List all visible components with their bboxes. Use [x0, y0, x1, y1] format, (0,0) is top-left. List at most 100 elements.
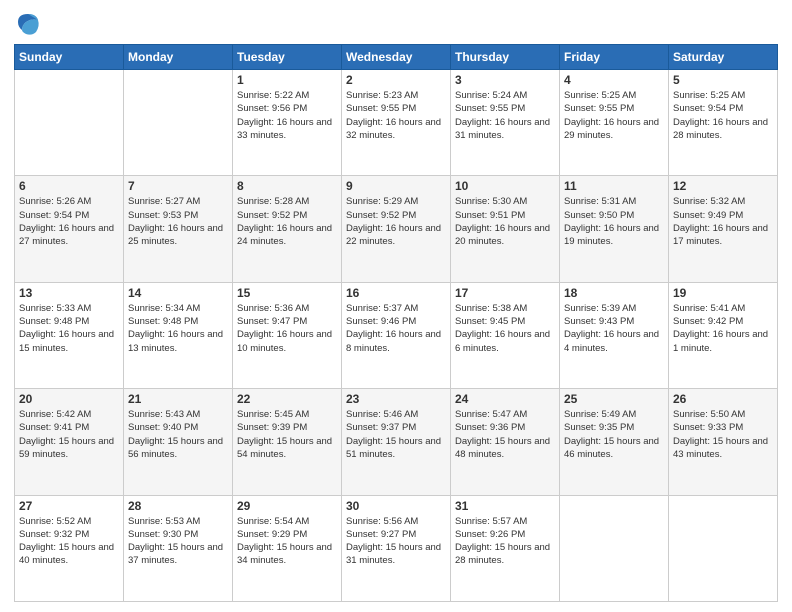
calendar-cell: 29 Sunrise: 5:54 AM Sunset: 9:29 PM Dayli… [233, 495, 342, 601]
day-info: Sunrise: 5:52 AM Sunset: 9:32 PM Dayligh… [19, 515, 119, 568]
calendar-cell: 12 Sunrise: 5:32 AM Sunset: 9:49 PM Dayli… [669, 176, 778, 282]
logo [14, 10, 46, 38]
weekday-header-monday: Monday [124, 45, 233, 70]
calendar-cell: 1Sunrise: 5:22 AM Sunset: 9:56 PM Daylig… [233, 70, 342, 176]
calendar-table: SundayMondayTuesdayWednesdayThursdayFrid… [14, 44, 778, 602]
calendar-cell: 26 Sunrise: 5:50 AM Sunset: 9:33 PM Dayli… [669, 389, 778, 495]
day-info: Sunrise: 5:25 AM Sunset: 9:55 PM Dayligh… [564, 89, 664, 142]
day-number: 17 [455, 286, 555, 300]
day-info: Sunrise: 5:28 AM Sunset: 9:52 PM Dayligh… [237, 195, 337, 248]
day-info: Sunrise: 5:57 AM Sunset: 9:26 PM Dayligh… [455, 515, 555, 568]
day-info: Sunrise: 5:47 AM Sunset: 9:36 PM Dayligh… [455, 408, 555, 461]
day-info: Sunrise: 5:26 AM Sunset: 9:54 PM Dayligh… [19, 195, 119, 248]
day-number: 31 [455, 499, 555, 513]
day-number: 22 [237, 392, 337, 406]
day-number: 21 [128, 392, 228, 406]
day-info: Sunrise: 5:50 AM Sunset: 9:33 PM Dayligh… [673, 408, 773, 461]
day-number: 25 [564, 392, 664, 406]
day-info: Sunrise: 5:23 AM Sunset: 9:55 PM Dayligh… [346, 89, 446, 142]
day-info: Sunrise: 5:31 AM Sunset: 9:50 PM Dayligh… [564, 195, 664, 248]
calendar-cell: 4 Sunrise: 5:25 AM Sunset: 9:55 PM Daylig… [560, 70, 669, 176]
day-number: 1 [237, 73, 337, 87]
day-number: 29 [237, 499, 337, 513]
day-number: 5 [673, 73, 773, 87]
weekday-header-friday: Friday [560, 45, 669, 70]
day-number: 28 [128, 499, 228, 513]
day-info: Sunrise: 5:38 AM Sunset: 9:45 PM Dayligh… [455, 302, 555, 355]
day-number: 12 [673, 179, 773, 193]
day-info: Sunrise: 5:39 AM Sunset: 9:43 PM Dayligh… [564, 302, 664, 355]
calendar-cell: 15 Sunrise: 5:36 AM Sunset: 9:47 PM Dayli… [233, 282, 342, 388]
day-number: 30 [346, 499, 446, 513]
day-info: Sunrise: 5:25 AM Sunset: 9:54 PM Dayligh… [673, 89, 773, 142]
day-number: 10 [455, 179, 555, 193]
calendar-cell [124, 70, 233, 176]
day-info: Sunrise: 5:54 AM Sunset: 9:29 PM Dayligh… [237, 515, 337, 568]
day-number: 9 [346, 179, 446, 193]
day-info: Sunrise: 5:33 AM Sunset: 9:48 PM Dayligh… [19, 302, 119, 355]
day-info: Sunrise: 5:53 AM Sunset: 9:30 PM Dayligh… [128, 515, 228, 568]
week-row-3: 13 Sunrise: 5:33 AM Sunset: 9:48 PM Dayli… [15, 282, 778, 388]
calendar-cell: 10 Sunrise: 5:30 AM Sunset: 9:51 PM Dayli… [451, 176, 560, 282]
day-info: Sunrise: 5:29 AM Sunset: 9:52 PM Dayligh… [346, 195, 446, 248]
weekday-header-row: SundayMondayTuesdayWednesdayThursdayFrid… [15, 45, 778, 70]
calendar-cell: 24 Sunrise: 5:47 AM Sunset: 9:36 PM Dayli… [451, 389, 560, 495]
day-number: 8 [237, 179, 337, 193]
day-number: 18 [564, 286, 664, 300]
calendar-cell: 19 Sunrise: 5:41 AM Sunset: 9:42 PM Dayli… [669, 282, 778, 388]
logo-icon [14, 10, 42, 38]
calendar-cell: 23 Sunrise: 5:46 AM Sunset: 9:37 PM Dayli… [342, 389, 451, 495]
week-row-2: 6 Sunrise: 5:26 AM Sunset: 9:54 PM Daylig… [15, 176, 778, 282]
day-info: Sunrise: 5:34 AM Sunset: 9:48 PM Dayligh… [128, 302, 228, 355]
calendar-cell: 8 Sunrise: 5:28 AM Sunset: 9:52 PM Daylig… [233, 176, 342, 282]
day-number: 3 [455, 73, 555, 87]
calendar-cell: 16 Sunrise: 5:37 AM Sunset: 9:46 PM Dayli… [342, 282, 451, 388]
day-number: 15 [237, 286, 337, 300]
calendar-cell: 13 Sunrise: 5:33 AM Sunset: 9:48 PM Dayli… [15, 282, 124, 388]
day-number: 16 [346, 286, 446, 300]
day-number: 4 [564, 73, 664, 87]
day-info: Sunrise: 5:37 AM Sunset: 9:46 PM Dayligh… [346, 302, 446, 355]
day-number: 2 [346, 73, 446, 87]
day-info: Sunrise: 5:46 AM Sunset: 9:37 PM Dayligh… [346, 408, 446, 461]
calendar-cell: 21Sunrise: 5:43 AM Sunset: 9:40 PM Dayli… [124, 389, 233, 495]
day-number: 13 [19, 286, 119, 300]
day-info: Sunrise: 5:49 AM Sunset: 9:35 PM Dayligh… [564, 408, 664, 461]
week-row-4: 20 Sunrise: 5:42 AM Sunset: 9:41 PM Dayli… [15, 389, 778, 495]
day-info: Sunrise: 5:27 AM Sunset: 9:53 PM Dayligh… [128, 195, 228, 248]
day-info: Sunrise: 5:41 AM Sunset: 9:42 PM Dayligh… [673, 302, 773, 355]
day-number: 23 [346, 392, 446, 406]
calendar-cell: 2 Sunrise: 5:23 AM Sunset: 9:55 PM Daylig… [342, 70, 451, 176]
day-info: Sunrise: 5:45 AM Sunset: 9:39 PM Dayligh… [237, 408, 337, 461]
day-number: 26 [673, 392, 773, 406]
page: SundayMondayTuesdayWednesdayThursdayFrid… [0, 0, 792, 612]
calendar-cell [669, 495, 778, 601]
calendar-cell: 22 Sunrise: 5:45 AM Sunset: 9:39 PM Dayli… [233, 389, 342, 495]
day-info: Sunrise: 5:42 AM Sunset: 9:41 PM Dayligh… [19, 408, 119, 461]
weekday-header-sunday: Sunday [15, 45, 124, 70]
weekday-header-wednesday: Wednesday [342, 45, 451, 70]
calendar-cell [15, 70, 124, 176]
day-number: 19 [673, 286, 773, 300]
calendar-cell: 9 Sunrise: 5:29 AM Sunset: 9:52 PM Daylig… [342, 176, 451, 282]
calendar-cell: 14Sunrise: 5:34 AM Sunset: 9:48 PM Dayli… [124, 282, 233, 388]
calendar-cell: 30 Sunrise: 5:56 AM Sunset: 9:27 PM Dayli… [342, 495, 451, 601]
calendar-cell: 3Sunrise: 5:24 AM Sunset: 9:55 PM Daylig… [451, 70, 560, 176]
day-info: Sunrise: 5:56 AM Sunset: 9:27 PM Dayligh… [346, 515, 446, 568]
calendar-cell [560, 495, 669, 601]
day-number: 24 [455, 392, 555, 406]
day-info: Sunrise: 5:30 AM Sunset: 9:51 PM Dayligh… [455, 195, 555, 248]
day-number: 20 [19, 392, 119, 406]
day-info: Sunrise: 5:32 AM Sunset: 9:49 PM Dayligh… [673, 195, 773, 248]
day-number: 11 [564, 179, 664, 193]
calendar-cell: 17 Sunrise: 5:38 AM Sunset: 9:45 PM Dayli… [451, 282, 560, 388]
calendar-cell: 5 Sunrise: 5:25 AM Sunset: 9:54 PM Daylig… [669, 70, 778, 176]
weekday-header-saturday: Saturday [669, 45, 778, 70]
day-number: 6 [19, 179, 119, 193]
week-row-5: 27Sunrise: 5:52 AM Sunset: 9:32 PM Dayli… [15, 495, 778, 601]
calendar-cell: 31 Sunrise: 5:57 AM Sunset: 9:26 PM Dayli… [451, 495, 560, 601]
day-info: Sunrise: 5:36 AM Sunset: 9:47 PM Dayligh… [237, 302, 337, 355]
calendar-cell: 27Sunrise: 5:52 AM Sunset: 9:32 PM Dayli… [15, 495, 124, 601]
calendar-cell: 28 Sunrise: 5:53 AM Sunset: 9:30 PM Dayli… [124, 495, 233, 601]
calendar-cell: 7Sunrise: 5:27 AM Sunset: 9:53 PM Daylig… [124, 176, 233, 282]
